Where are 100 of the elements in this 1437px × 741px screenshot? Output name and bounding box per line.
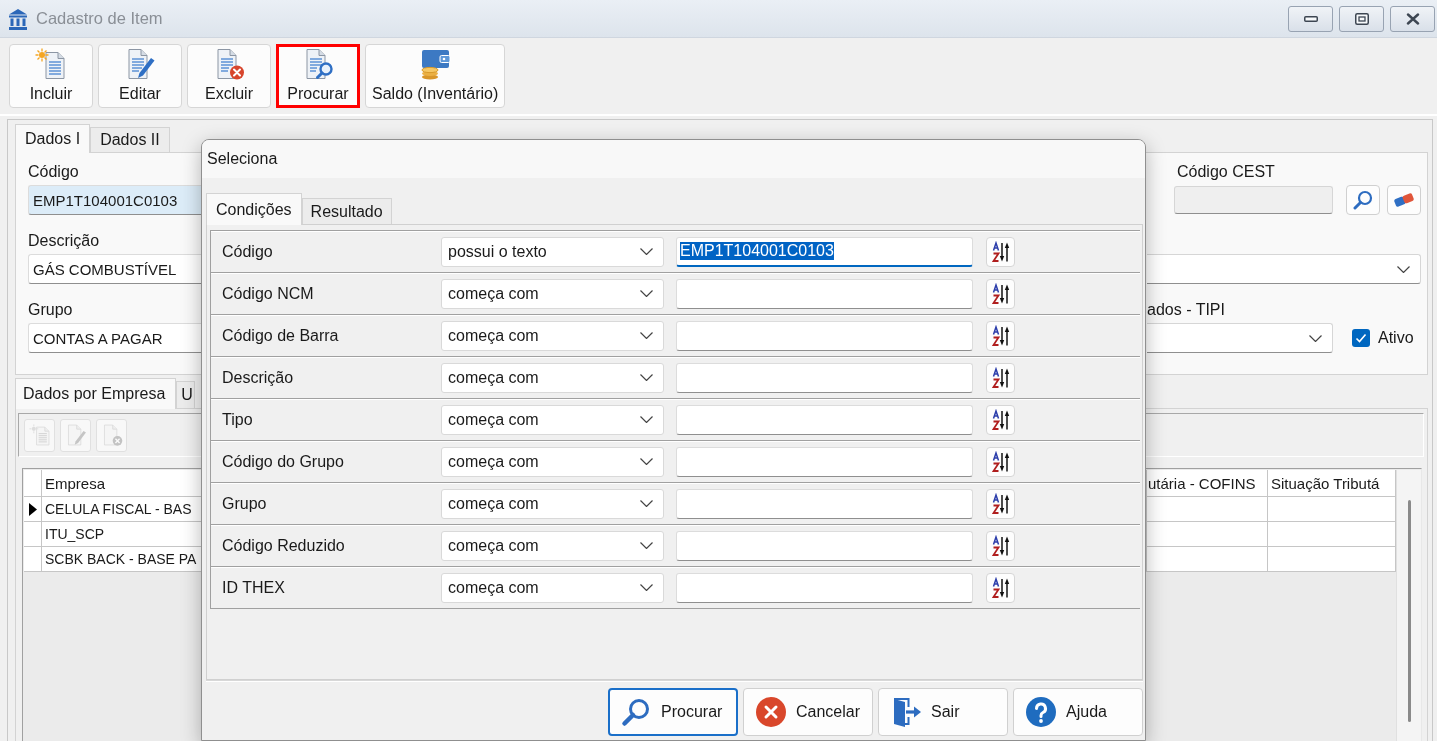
chevron-icon [640,374,653,381]
new-document-icon [35,48,67,80]
sort-az-icon [991,240,1010,263]
sort-az-icon [991,576,1010,599]
search-button[interactable]: Procurar [608,688,738,736]
scrollbar-thumb[interactable] [1407,500,1411,722]
maximize-button[interactable] [1339,5,1384,32]
toolbar-button[interactable]: Incluir [9,44,93,108]
sort-button[interactable] [986,362,1015,393]
sort-button[interactable] [986,530,1015,561]
sort-button[interactable] [986,488,1015,519]
operator-dropdown[interactable]: começa com [441,278,664,309]
tab[interactable]: Condições [206,193,302,225]
toolbar-button[interactable]: Excluir [187,44,271,108]
search-icon [621,697,651,727]
chevron-icon [640,332,653,339]
exit-button[interactable]: Sair [878,688,1008,736]
maximize-icon [1354,12,1369,25]
sort-button[interactable] [986,320,1015,351]
sort-az-icon [991,282,1010,305]
scrollbar[interactable] [1396,470,1421,741]
operator-dropdown[interactable]: começa com [441,362,664,393]
sort-az-icon [991,324,1010,347]
value-field[interactable] [676,320,973,351]
sort-az-icon [991,408,1010,431]
sort-az-icon [991,534,1010,557]
operator-dropdown[interactable]: começa com [441,572,664,603]
help-button[interactable]: Ajuda [1013,688,1143,736]
tab[interactable]: Dados I [15,124,91,153]
value-field[interactable]: EMP1T104001C0103 [676,236,973,267]
sort-az-icon [991,366,1010,389]
field-label: ados - TIPI [1147,300,1225,319]
field-label: Grupo [222,494,267,513]
sort-az-icon [991,450,1010,473]
table-cell: SCBK BACK - BASE PA [42,547,201,572]
column-header: Situação Tributá [1268,470,1396,497]
toolbar-button[interactable]: Editar [98,44,182,108]
eraser-icon [1393,193,1415,207]
column-header: Empresa [42,470,201,497]
tab[interactable]: Dados por Empresa [15,378,177,409]
search-icon [1353,190,1373,210]
close-icon [1405,12,1420,25]
checkbox-label: Ativo [1378,329,1414,347]
new-document-icon [28,424,51,446]
minimize-button[interactable] [1288,5,1333,32]
dropdown[interactable] [1147,254,1421,284]
table-cell: CELULA FISCAL - BAS [42,497,201,522]
corner-header [24,470,42,497]
eraser-button[interactable] [1387,185,1421,215]
value-field[interactable] [676,488,973,519]
tab[interactable]: Resultado [301,198,392,224]
row-header[interactable] [24,497,42,522]
toolbar-button[interactable]: Saldo (Inventário) [365,44,506,108]
cancel-button[interactable]: Cancelar [743,688,873,736]
field-label: ID THEX [222,578,285,597]
field-label: Código do Grupo [222,452,344,471]
value-field[interactable] [676,530,973,561]
operator-dropdown[interactable]: começa com [441,488,664,519]
operator-dropdown[interactable]: começa com [441,404,664,435]
close-button[interactable] [1390,5,1435,32]
cancel-icon [756,697,786,727]
checkbox[interactable] [1352,329,1370,347]
value-field[interactable] [676,446,973,477]
window-title: Cadastro de Item [36,9,163,28]
building-icon [8,7,28,30]
toolbar-button[interactable]: Procurar [276,44,360,108]
value-field[interactable] [676,278,973,309]
value-field[interactable] [676,362,973,393]
sort-az-icon [991,492,1010,515]
wallet-coins-icon [419,48,452,80]
sort-button[interactable] [986,278,1015,309]
sort-button[interactable] [986,446,1015,477]
sort-button[interactable] [986,572,1015,603]
tab[interactable]: Dados II [90,127,170,152]
text-field[interactable]: EMP1T104001C0103 [28,185,201,215]
text-field[interactable]: CONTAS A PAGAR [28,323,201,353]
chevron-icon [640,248,653,255]
minimize-icon [1303,15,1318,22]
field-label: Descrição [28,231,100,250]
help-icon [1026,697,1056,727]
operator-dropdown[interactable]: começa com [441,446,664,477]
chevron-icon [640,584,653,591]
sort-button[interactable] [986,404,1015,435]
value-field[interactable] [676,404,973,435]
tab[interactable]: U [176,381,195,408]
dialog-title: Seleciona [207,150,278,168]
operator-dropdown[interactable]: começa com [441,530,664,561]
operator-dropdown[interactable]: possui o texto [441,236,664,267]
column-header: utária - COFINS [1147,470,1268,497]
row-pointer-icon [28,502,37,516]
chevron-icon [1309,334,1322,342]
value-field[interactable] [676,572,973,603]
dropdown[interactable] [1147,323,1333,353]
search-button[interactable] [1346,185,1380,215]
sort-button[interactable] [986,236,1015,267]
chevron-icon [640,416,653,423]
text-field[interactable]: GÁS COMBUSTÍVEL [28,254,201,284]
operator-dropdown[interactable]: começa com [441,320,664,351]
chevron-icon [640,458,653,465]
field-label: Código NCM [222,284,314,303]
